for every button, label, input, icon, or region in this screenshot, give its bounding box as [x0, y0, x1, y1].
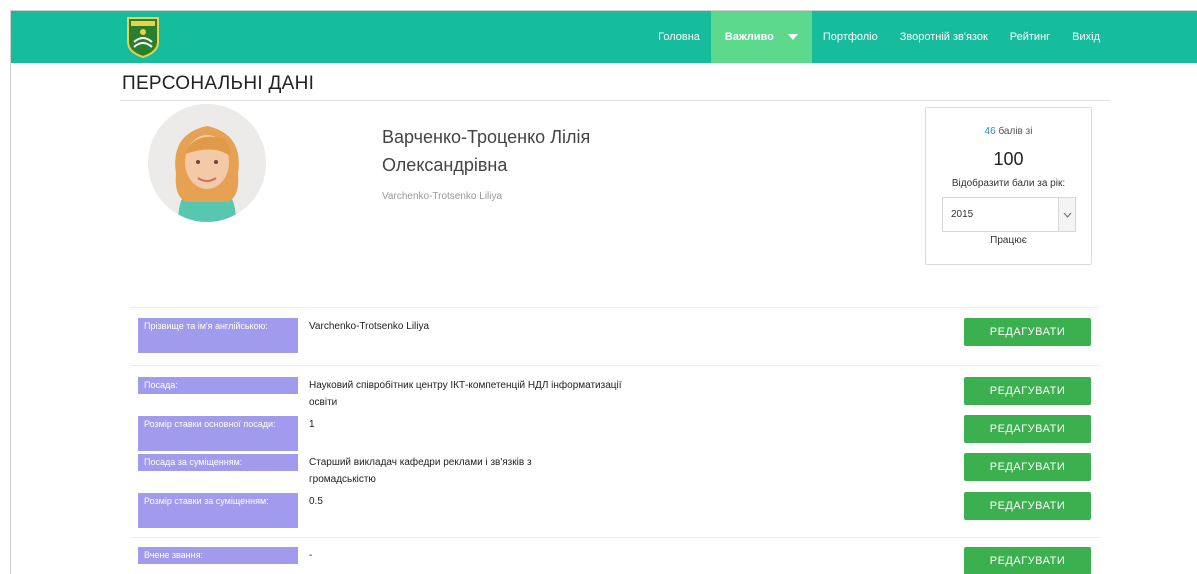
page-title: ПЕРСОНАЛЬНІ ДАНІ — [122, 73, 315, 94]
nav-important-label: Важливо — [724, 31, 774, 43]
field-value: - — [309, 550, 313, 561]
year-select-value: 2015 — [951, 209, 974, 220]
edit-button[interactable]: РЕДАГУВАТИ — [964, 547, 1091, 574]
edit-button[interactable]: РЕДАГУВАТИ — [964, 453, 1091, 481]
nav-portfolio[interactable]: Портфоліо — [812, 11, 889, 63]
field-value: 0.5 — [309, 496, 323, 507]
employment-status: Працює — [990, 235, 1027, 246]
edit-button[interactable]: РЕДАГУВАТИ — [964, 492, 1091, 520]
field-label: Вчене звання: — [138, 547, 298, 564]
title-divider — [120, 100, 1110, 101]
score-of-text: балів зі — [998, 126, 1033, 137]
nav-important[interactable]: Важливо — [710, 11, 812, 63]
field-value: Старший викладач кафедри реклами і зв'яз… — [309, 457, 532, 485]
main-nav: Головна Важливо Портфоліо Зворотній зв'я… — [647, 11, 1111, 63]
field-label: Розмір ставки за суміщенням: — [138, 493, 298, 528]
field-value: 1 — [309, 419, 315, 430]
edit-button[interactable]: РЕДАГУВАТИ — [964, 318, 1091, 346]
score-value: 46 — [984, 126, 996, 137]
field-label: Прізвище та ім'я англійською: — [138, 318, 298, 353]
full-name-line2: Олександрівна — [382, 155, 508, 175]
caret-down-icon — [787, 34, 798, 40]
score-card: 46 балів зі 100 Відобразити бали за рік:… — [925, 107, 1092, 265]
nav-logout[interactable]: Вихід — [1061, 11, 1111, 63]
year-select[interactable]: 2015 — [942, 197, 1076, 232]
university-logo-icon[interactable] — [126, 16, 160, 59]
year-label: Відобразити бали за рік: — [951, 178, 1066, 189]
score-line: 46 балів зі — [926, 126, 1091, 137]
nav-rating[interactable]: Рейтинг — [999, 11, 1061, 63]
score-max: 100 — [993, 149, 1024, 169]
nav-feedback[interactable]: Зворотній зв'язок — [889, 11, 999, 63]
field-label: Розмір ставки основної посади: — [138, 416, 298, 451]
field-value: Науковий співробітник центру ІКТ-компете… — [309, 380, 622, 408]
nav-home[interactable]: Головна — [647, 11, 711, 63]
window-frame-left — [10, 10, 11, 574]
chevron-down-icon[interactable] — [1058, 198, 1075, 231]
edit-button[interactable]: РЕДАГУВАТИ — [964, 377, 1091, 405]
field-label: Посада за суміщенням: — [138, 454, 298, 471]
edit-button[interactable]: РЕДАГУВАТИ — [964, 415, 1091, 443]
field-value: Varchenko-Trotsenko Liliya — [309, 321, 430, 332]
avatar — [148, 104, 266, 222]
full-name-line1: Варченко-Троценко Лілія — [382, 127, 591, 147]
name-english: Varchenko-Trotsenko Liliya — [382, 191, 503, 202]
field-label: Посада: — [138, 377, 298, 394]
top-navbar: Головна Важливо Портфоліо Зворотній зв'я… — [11, 11, 1197, 63]
